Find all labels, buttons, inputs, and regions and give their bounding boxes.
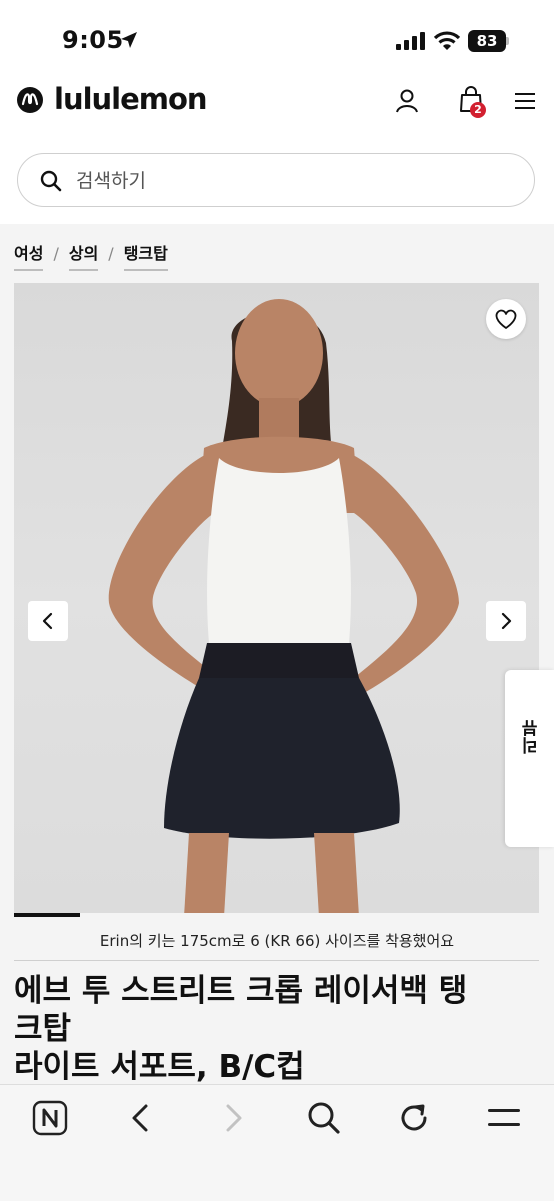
reviews-side-tab[interactable]: 리뷰 (505, 670, 554, 847)
bag-count-badge: 2 (470, 102, 486, 118)
menu-icon[interactable] (515, 92, 537, 110)
reviews-tab-label: 리뷰 (522, 720, 542, 754)
chevron-right-icon (501, 612, 512, 630)
status-bar: 9:05 83 (0, 0, 554, 80)
product-title-line-3: 라이트 서포트, B/C컵 (14, 1049, 305, 1085)
location-arrow-icon (121, 32, 137, 48)
signal-icon (396, 32, 425, 50)
forward-icon[interactable] (218, 1100, 248, 1136)
gallery-progress-fill (14, 913, 80, 917)
breadcrumb-separator: / (108, 244, 114, 263)
battery-tip (506, 37, 509, 45)
breadcrumb-tank-tops[interactable]: 탱크탑 (123, 240, 168, 271)
menu-icon[interactable] (486, 1100, 522, 1136)
previous-image-button[interactable] (28, 601, 68, 641)
browser-toolbar (0, 1084, 554, 1201)
next-image-button[interactable] (486, 601, 526, 641)
search-icon (40, 170, 62, 192)
back-icon[interactable] (126, 1100, 156, 1136)
battery-icon: 83 (468, 30, 506, 52)
account-icon[interactable] (394, 88, 420, 114)
product-title-line-1: 에브 투 스트리트 크롭 레이서백 탱 (14, 973, 468, 1009)
product-title: 에브 투 스트리트 크롭 레이서백 탱 크탑 라이트 서포트, B/C컵 (14, 972, 534, 1086)
breadcrumb-separator: / (53, 244, 59, 263)
chevron-left-icon (42, 612, 53, 630)
lululemon-logo-icon[interactable] (16, 86, 44, 114)
breadcrumb-tops[interactable]: 상의 (68, 240, 99, 271)
breadcrumb: 여성 / 상의 / 탱크탑 (14, 240, 168, 271)
heart-icon (495, 309, 517, 329)
wifi-icon (434, 31, 460, 50)
search-input[interactable] (74, 166, 498, 196)
gallery-progress-track (14, 913, 539, 917)
brand-wordmark[interactable]: lululemon (54, 82, 208, 116)
reload-icon[interactable] (396, 1100, 432, 1136)
product-photo-illustration (108, 299, 459, 917)
product-title-line-2: 크탑 (14, 1011, 72, 1047)
search-bar[interactable] (17, 153, 535, 207)
divider (14, 960, 539, 961)
naver-n-icon[interactable] (32, 1100, 68, 1136)
wishlist-button[interactable] (486, 299, 526, 339)
product-image[interactable] (14, 283, 539, 917)
model-fit-note: Erin의 키는 175cm로 6 (KR 66) 사이즈를 착용했어요 (99, 932, 455, 950)
status-time: 9:05 (62, 26, 124, 54)
breadcrumb-women[interactable]: 여성 (14, 240, 44, 271)
search-icon[interactable] (306, 1100, 342, 1136)
